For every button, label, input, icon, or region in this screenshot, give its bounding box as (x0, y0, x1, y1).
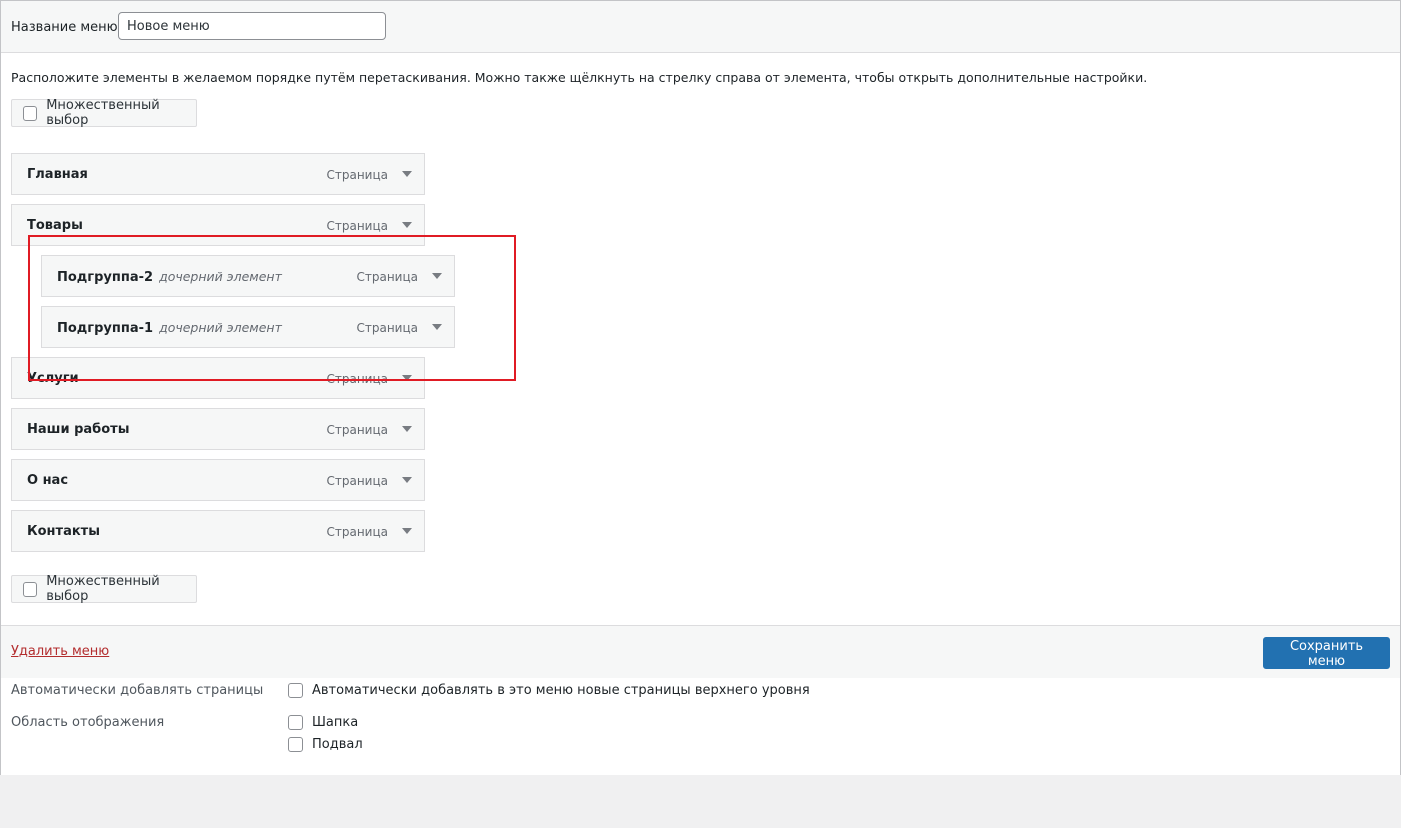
save-menu-button[interactable]: Сохранить меню (1263, 637, 1390, 669)
child-item-note: дочерний элемент (159, 320, 282, 335)
auto-add-pages-option[interactable]: Автоматически добавлять в это меню новые… (288, 683, 810, 698)
expand-arrow-icon[interactable] (402, 426, 412, 432)
auto-add-pages-option-label: Автоматически добавлять в это меню новые… (312, 683, 810, 698)
menu-item-title: О нас (27, 473, 69, 488)
menu-item[interactable]: Главная Страница (11, 153, 425, 195)
menu-item-type: Страница (326, 525, 388, 539)
bulk-select-top[interactable]: Множественный выбор (11, 98, 197, 128)
menu-editor-panel: Название меню Расположите элементы в жел… (0, 0, 1401, 775)
menu-item-title: Услуги (27, 371, 79, 386)
menu-item-child[interactable]: Подгруппа-2 дочерний элемент Страница (41, 255, 455, 297)
menu-item-title: Товары (27, 218, 83, 233)
menu-item[interactable]: Товары Страница (11, 204, 425, 246)
menu-item-child[interactable]: Подгруппа-1 дочерний элемент Страница (41, 306, 455, 348)
menu-name-input[interactable] (118, 12, 386, 40)
bulk-select-checkbox[interactable] (23, 581, 38, 597)
menu-header: Название меню (1, 1, 1400, 53)
bulk-select-label: Множественный выбор (46, 574, 160, 604)
expand-arrow-icon[interactable] (432, 324, 442, 330)
location-header-label: Шапка (312, 715, 359, 730)
location-footer-option[interactable]: Подвал (288, 737, 363, 752)
menu-item-type: Страница (326, 219, 388, 233)
bulk-select-bottom[interactable]: Множественный выбор (11, 574, 197, 604)
expand-arrow-icon[interactable] (402, 222, 412, 228)
location-footer-checkbox[interactable] (288, 737, 303, 752)
drag-instructions: Расположите элементы в желаемом порядке … (11, 70, 1148, 85)
expand-arrow-icon[interactable] (402, 477, 412, 483)
menu-item-type: Страница (356, 321, 418, 335)
menu-item-title: Наши работы (27, 422, 130, 437)
menu-item[interactable]: Услуги Страница (11, 357, 425, 399)
bulk-select-label: Множественный выбор (46, 98, 160, 128)
menu-item-title: Контакты (27, 524, 100, 539)
menu-item[interactable]: Контакты Страница (11, 510, 425, 552)
menu-item[interactable]: О нас Страница (11, 459, 425, 501)
menu-item-title: Подгруппа-1 дочерний элемент (57, 320, 282, 336)
menu-item-type: Страница (356, 270, 418, 284)
expand-arrow-icon[interactable] (402, 375, 412, 381)
auto-add-pages-checkbox[interactable] (288, 683, 303, 698)
menu-item-type: Страница (326, 372, 388, 386)
child-item-note: дочерний элемент (159, 269, 282, 284)
menu-item-title: Главная (27, 167, 88, 182)
menu-item-type: Страница (326, 168, 388, 182)
location-header-option[interactable]: Шапка (288, 715, 358, 730)
menu-item[interactable]: Наши работы Страница (11, 408, 425, 450)
menu-item-type: Страница (326, 423, 388, 437)
expand-arrow-icon[interactable] (402, 171, 412, 177)
location-header-checkbox[interactable] (288, 715, 303, 730)
menu-footer-bar: Удалить меню Сохранить меню (1, 625, 1400, 678)
auto-add-pages-label: Автоматически добавлять страницы (11, 683, 264, 698)
menu-item-type: Страница (326, 474, 388, 488)
expand-arrow-icon[interactable] (402, 528, 412, 534)
display-location-label: Область отображения (11, 715, 165, 730)
menu-item-title: Подгруппа-2 дочерний элемент (57, 269, 282, 285)
expand-arrow-icon[interactable] (432, 273, 442, 279)
location-footer-label: Подвал (312, 737, 363, 752)
bulk-select-checkbox[interactable] (23, 105, 38, 121)
menu-name-label: Название меню (11, 20, 118, 35)
delete-menu-link[interactable]: Удалить меню (11, 644, 109, 659)
